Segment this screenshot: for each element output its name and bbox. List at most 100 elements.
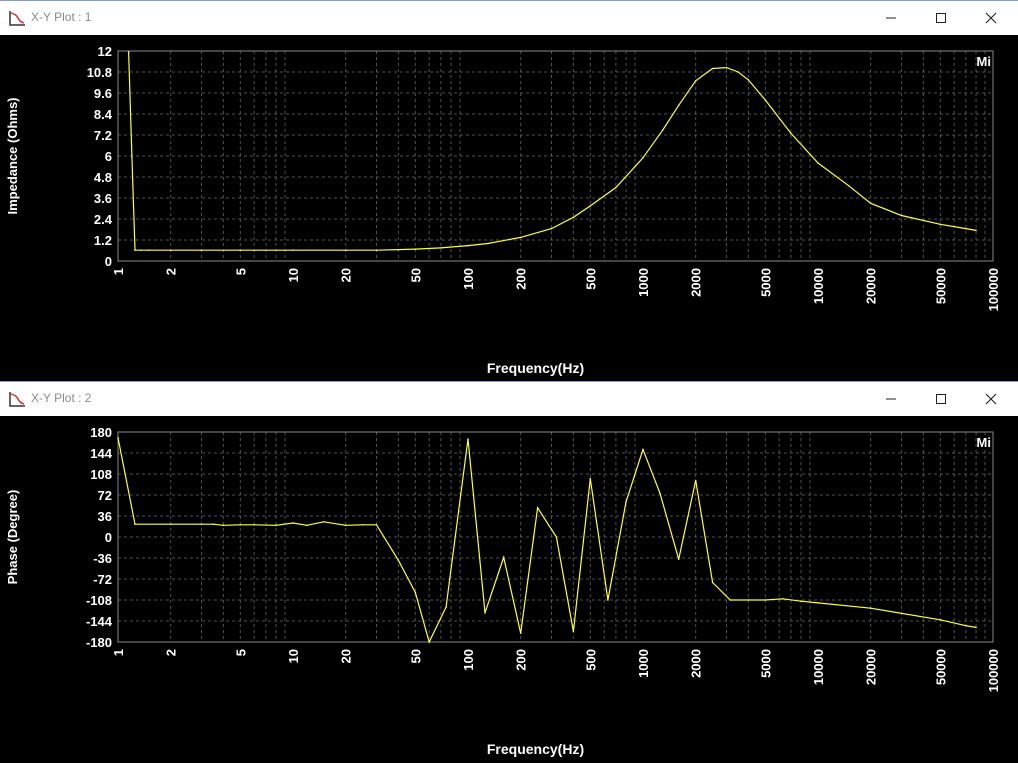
- x-tick-label: 10000: [811, 649, 826, 685]
- x-tick-label: 1000: [636, 268, 651, 297]
- x-tick-label: 100000: [986, 268, 1001, 311]
- x-tick-label: 2000: [689, 649, 704, 678]
- maximize-button[interactable]: [916, 382, 966, 416]
- data-point: [344, 524, 347, 527]
- data-point: [737, 71, 740, 73]
- y-tick-label: 10.8: [87, 65, 112, 80]
- xy-plot-icon: [9, 11, 25, 26]
- y-tick-label: 2.4: [94, 212, 113, 227]
- minimize-button[interactable]: [866, 382, 916, 416]
- data-point: [642, 156, 644, 159]
- mi-badge: Mi: [977, 435, 991, 450]
- title-bar[interactable]: X-Y Plot : 1: [0, 0, 1018, 35]
- data-point: [790, 132, 792, 135]
- data-point: [677, 558, 680, 560]
- data-point: [361, 523, 364, 526]
- x-tick-label: 20: [339, 268, 354, 282]
- data-point: [127, 51, 130, 53]
- data-point: [965, 227, 967, 230]
- series-line: [128, 51, 977, 251]
- data-point: [975, 626, 977, 629]
- data-point: [134, 249, 136, 251]
- y-axis-label: Impedance (Ohms): [5, 97, 20, 214]
- data-point: [467, 438, 469, 440]
- data-point: [659, 492, 661, 495]
- x-tick-label: 500: [583, 268, 598, 290]
- data-point: [222, 524, 225, 527]
- data-point: [694, 479, 697, 482]
- data-point: [607, 599, 609, 601]
- close-button[interactable]: [966, 382, 1016, 416]
- data-point: [428, 641, 430, 643]
- data-point: [939, 619, 942, 621]
- data-point: [306, 524, 308, 527]
- data-point: [800, 600, 802, 602]
- data-point: [782, 598, 784, 600]
- data-point: [615, 186, 617, 189]
- x-tick-label: 2: [164, 268, 179, 275]
- maximize-icon: [936, 13, 946, 23]
- x-tick-label: 20000: [864, 649, 879, 685]
- x-tick-label: 2000: [689, 268, 704, 297]
- y-tick-label: 144: [90, 446, 112, 461]
- x-tick-label: 1: [111, 649, 126, 656]
- data-point: [344, 249, 347, 251]
- phase-chart[interactable]: 180 144 108 72 36 0 -36 -72 -108 -144 -1801 2 5 10 20 5…: [0, 416, 1018, 763]
- xy-plot-window-1: X-Y Plot : 1 12 10.8 9.6 8.4 7.2 6 4.8 3.6 2.4 1.…: [0, 0, 1018, 381]
- data-point: [589, 477, 592, 480]
- minimize-icon: [886, 17, 896, 19]
- x-tick-label: 1: [111, 268, 126, 275]
- data-point: [519, 632, 522, 635]
- maximize-button[interactable]: [916, 1, 966, 35]
- x-axis-label: Frequency(Hz): [487, 741, 584, 757]
- data-point: [487, 242, 489, 245]
- y-tick-label: -108: [86, 593, 112, 608]
- x-tick-label: 50000: [933, 649, 948, 685]
- y-axis-label: Phase (Degree): [5, 490, 20, 585]
- x-tick-label: 5000: [758, 268, 773, 297]
- data-point: [589, 205, 592, 207]
- x-tick-label: 5000: [758, 649, 773, 678]
- data-point: [869, 607, 872, 609]
- x-tick-label: 20000: [864, 268, 879, 304]
- data-point: [764, 599, 767, 601]
- x-tick-label: 100000: [986, 649, 1001, 692]
- data-point: [414, 248, 417, 250]
- data-point: [572, 216, 575, 219]
- minimize-icon: [886, 398, 896, 400]
- impedance-chart[interactable]: 1210.89.68.47.264.83.62.41.201 2 5 10 20 50 10…: [0, 35, 1018, 381]
- data-point: [239, 523, 242, 526]
- x-tick-label: 2: [164, 649, 179, 656]
- data-point: [292, 522, 294, 524]
- close-button[interactable]: [966, 1, 1016, 35]
- data-point: [134, 523, 136, 525]
- data-point: [140, 249, 142, 251]
- x-tick-label: 10: [286, 649, 301, 663]
- data-point: [445, 606, 447, 608]
- data-point: [536, 507, 539, 509]
- y-tick-label: -36: [93, 551, 112, 566]
- maximize-icon: [936, 394, 946, 404]
- series-line: [117, 437, 977, 644]
- data-point: [965, 624, 967, 627]
- x-axis-label: Frequency(Hz): [487, 360, 584, 376]
- x-tick-label: 500: [583, 649, 598, 671]
- title-bar[interactable]: X-Y Plot : 2: [0, 381, 1018, 416]
- y-tick-label: 0: [105, 530, 112, 545]
- data-point: [555, 536, 558, 538]
- data-point: [764, 99, 767, 101]
- data-point: [550, 227, 553, 230]
- x-tick-label: 50000: [933, 268, 948, 304]
- y-tick-label: 0: [105, 254, 112, 269]
- data-point: [694, 79, 697, 82]
- y-tick-label: 3.6: [94, 191, 112, 206]
- data-point: [323, 521, 325, 523]
- data-point: [572, 630, 575, 633]
- data-point: [817, 602, 819, 604]
- data-point: [397, 248, 400, 251]
- data-point: [440, 247, 442, 249]
- minimize-button[interactable]: [866, 1, 916, 35]
- y-tick-label: 72: [98, 488, 112, 503]
- data-point: [642, 448, 644, 451]
- xy-plot-window-2: X-Y Plot : 2 180 144 108 72 36 0 -36 -72 -108 -14…: [0, 381, 1018, 763]
